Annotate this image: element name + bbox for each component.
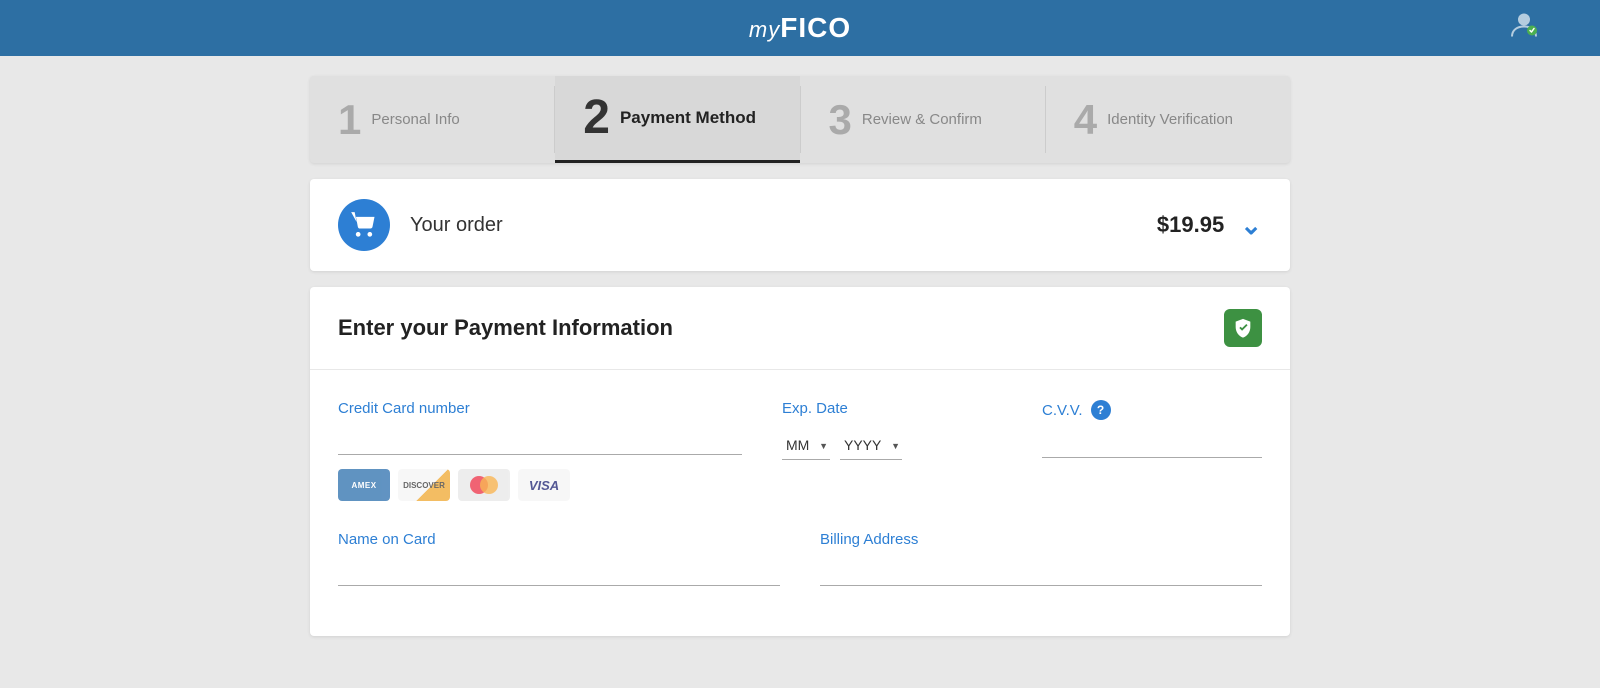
cvv-input[interactable] xyxy=(1042,428,1262,458)
cvv-group: C.V.V. ? xyxy=(1042,400,1262,501)
payment-form-body: Credit Card number AMEX DISCOVER xyxy=(310,370,1290,636)
credit-card-group: Credit Card number AMEX DISCOVER xyxy=(338,400,742,501)
cvv-help-icon[interactable]: ? xyxy=(1091,400,1111,420)
step-4-label: Identity Verification xyxy=(1107,111,1233,129)
name-on-card-label: Name on Card xyxy=(338,531,780,548)
exp-year-wrapper: YYYY 2024202520262027 202820292030 xyxy=(840,431,902,460)
logo-fico: FICO xyxy=(780,12,851,43)
step-1-label: Personal Info xyxy=(371,111,459,129)
amex-icon: AMEX xyxy=(338,469,390,501)
credit-card-input[interactable] xyxy=(338,425,742,455)
order-summary-card: Your order $19.95 ⌄ xyxy=(310,179,1290,271)
payment-row-1: Credit Card number AMEX DISCOVER xyxy=(338,400,1262,501)
step-3-review-confirm[interactable]: 3 Review & Confirm xyxy=(801,76,1045,163)
exp-date-label: Exp. Date xyxy=(782,400,1002,417)
credit-card-label: Credit Card number xyxy=(338,400,742,417)
step-3-number: 3 xyxy=(829,99,852,141)
payment-row-2: Name on Card Billing Address xyxy=(338,531,1262,586)
step-1-personal-info[interactable]: 1 Personal Info xyxy=(310,76,554,163)
name-on-card-group: Name on Card xyxy=(338,531,780,586)
secure-icon xyxy=(1224,309,1262,347)
exp-month-wrapper: MM 01020304 05060708 09101112 xyxy=(782,431,830,460)
exp-month-select[interactable]: MM 01020304 05060708 09101112 xyxy=(782,431,830,460)
header: myFICO xyxy=(0,0,1600,56)
payment-form-card: Enter your Payment Information Credit Ca… xyxy=(310,287,1290,636)
steps-nav: 1 Personal Info 2 Payment Method 3 Revie… xyxy=(310,76,1290,163)
logo: myFICO xyxy=(749,12,851,44)
step-2-payment-method[interactable]: 2 Payment Method xyxy=(555,76,799,163)
exp-selects: MM 01020304 05060708 09101112 YYYY 20242… xyxy=(782,431,1002,460)
exp-year-select[interactable]: YYYY 2024202520262027 202820292030 xyxy=(840,431,902,460)
step-4-number: 4 xyxy=(1074,99,1097,141)
cart-icon xyxy=(338,199,390,251)
step-4-identity-verification[interactable]: 4 Identity Verification xyxy=(1046,76,1290,163)
step-2-label: Payment Method xyxy=(620,108,756,128)
billing-address-group: Billing Address xyxy=(820,531,1262,586)
step-2-number: 2 xyxy=(583,94,610,142)
name-on-card-input[interactable] xyxy=(338,556,780,586)
cvv-label: C.V.V. xyxy=(1042,402,1083,419)
discover-icon: DISCOVER xyxy=(398,469,450,501)
step-1-number: 1 xyxy=(338,99,361,141)
payment-form-header: Enter your Payment Information xyxy=(310,287,1290,370)
card-brand-icons: AMEX DISCOVER VISA xyxy=(338,469,742,501)
main-content: 1 Personal Info 2 Payment Method 3 Revie… xyxy=(310,56,1290,656)
order-expand-chevron[interactable]: ⌄ xyxy=(1240,210,1262,241)
order-label: Your order xyxy=(410,214,1157,237)
billing-address-label: Billing Address xyxy=(820,531,1262,548)
exp-date-group: Exp. Date MM 01020304 05060708 09101112 xyxy=(782,400,1002,501)
billing-address-input[interactable] xyxy=(820,556,1262,586)
mastercard-icon xyxy=(458,469,510,501)
cvv-label-row: C.V.V. ? xyxy=(1042,400,1262,420)
step-3-label: Review & Confirm xyxy=(862,111,982,129)
user-icon[interactable] xyxy=(1508,9,1540,48)
order-price: $19.95 xyxy=(1157,212,1224,238)
logo-my: my xyxy=(749,17,780,42)
payment-form-title: Enter your Payment Information xyxy=(338,315,673,341)
visa-icon: VISA xyxy=(518,469,570,501)
